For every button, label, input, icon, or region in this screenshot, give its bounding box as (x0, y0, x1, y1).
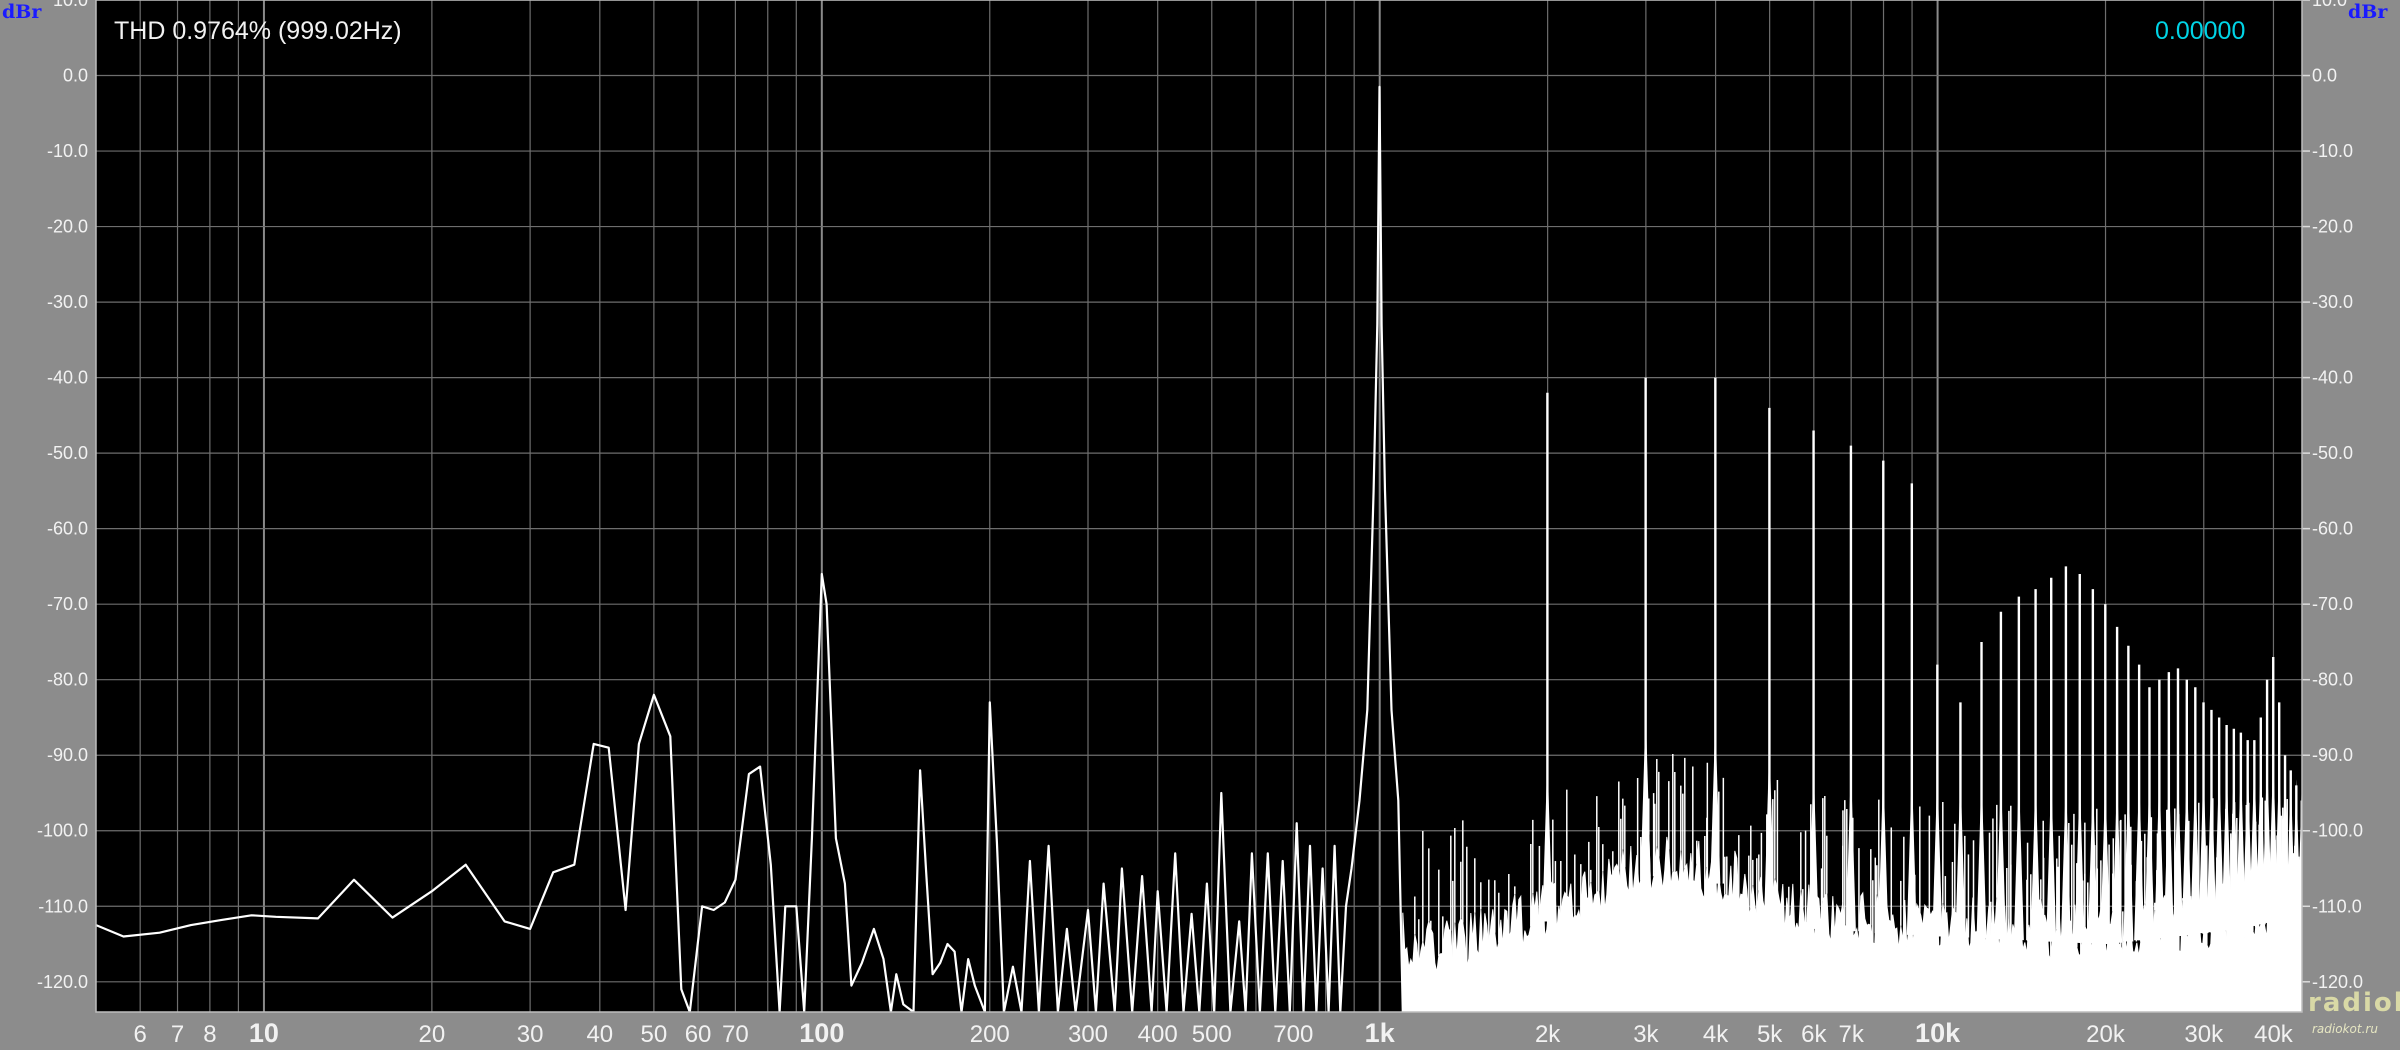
y-tick-label-left: -100.0 (37, 821, 88, 841)
x-tick-label: 500 (1192, 1021, 1232, 1048)
watermark-sub-text: radiokot.ru (2312, 1022, 2378, 1036)
y-tick-label-left: -90.0 (47, 745, 88, 765)
y-tick-label-right: 0.0 (2312, 66, 2337, 86)
x-tick-labels: 6 7 8 10 20 30 40 50 60 70 100 200 300 400 500 700 1k 2k 3… (133, 1018, 2293, 1048)
x-tick-label: 3k (1633, 1021, 1659, 1048)
x-tick-label: 10k (1915, 1018, 1961, 1048)
x-tick-label: 70 (722, 1021, 749, 1048)
y-tick-label-right: -70.0 (2312, 594, 2353, 614)
x-tick-label: 2k (1535, 1021, 1561, 1048)
x-tick-label: 6k (1801, 1021, 1827, 1048)
analyzer-window: 10.0 10.0 0.0 0.0 -10.0 -10.0 -20.0 -20.0 -30.0 -… (0, 0, 2400, 1050)
x-tick-label: 5k (1757, 1021, 1783, 1048)
x-tick-label: 10 (249, 1018, 279, 1048)
x-tick-label: 100 (799, 1018, 844, 1048)
y-tick-label-right: -100.0 (2312, 821, 2363, 841)
y-tick-label-left: -20.0 (47, 217, 88, 237)
y-tick-label-right: -50.0 (2312, 443, 2353, 463)
y-tick-label-left: -10.0 (47, 141, 88, 161)
x-tick-label: 400 (1138, 1021, 1178, 1048)
x-tick-label: 8 (203, 1021, 216, 1048)
y-tick-label-left: -30.0 (47, 292, 88, 312)
left-axis-unit-label: dBr (2, 1, 42, 23)
y-tick-label-left: 10.0 (53, 0, 88, 10)
y-tick-label-right: -10.0 (2312, 141, 2353, 161)
y-tick-label-right: -30.0 (2312, 292, 2353, 312)
x-tick-label: 30 (517, 1021, 544, 1048)
y-tick-label-right: 10.0 (2312, 0, 2347, 10)
x-tick-label: 4k (1703, 1021, 1729, 1048)
y-tick-label-right: -40.0 (2312, 368, 2353, 388)
x-tick-label: 20k (2086, 1021, 2126, 1048)
y-tick-label-left: -60.0 (47, 519, 88, 539)
y-tick-label-left: -70.0 (47, 594, 88, 614)
watermark-main-text: radiokot (2308, 988, 2400, 1018)
x-tick-label: 40 (586, 1021, 613, 1048)
x-tick-label: 300 (1068, 1021, 1108, 1048)
x-tick-label: 60 (685, 1021, 712, 1048)
thd-readout: THD 0.9764% (999.02Hz) (114, 17, 402, 45)
x-tick-label: 20 (419, 1021, 446, 1048)
y-tick-label-right: -60.0 (2312, 519, 2353, 539)
x-tick-label: 200 (970, 1021, 1010, 1048)
x-tick-label: 6 (133, 1021, 146, 1048)
plot-area (96, 0, 2302, 1012)
x-tick-label: 7 (171, 1021, 184, 1048)
cursor-value-readout: 0.00000 (2155, 17, 2246, 45)
watermark-logo: radiokot radiokot.ru (2304, 986, 2400, 1046)
y-tick-label-left: -40.0 (47, 368, 88, 388)
right-axis-unit-label: dBr (2348, 1, 2388, 23)
x-tick-label: 30k (2184, 1021, 2224, 1048)
x-tick-label: 700 (1273, 1021, 1313, 1048)
y-tick-label-left: -110.0 (38, 896, 88, 916)
x-tick-label: 40k (2254, 1021, 2294, 1048)
y-tick-label-right: -110.0 (2312, 896, 2362, 916)
y-tick-label-right: -20.0 (2312, 217, 2353, 237)
y-tick-label-right: -90.0 (2312, 745, 2353, 765)
y-tick-label-left: -120.0 (37, 972, 88, 992)
x-tick-label: 7k (1838, 1021, 1864, 1048)
y-tick-label-left: -50.0 (47, 443, 88, 463)
y-tick-label-left: 0.0 (63, 66, 88, 86)
spectrum-plot: 10.0 10.0 0.0 0.0 -10.0 -10.0 -20.0 -20.0 -30.0 -… (37, 0, 2363, 1048)
x-tick-label: 50 (641, 1021, 668, 1048)
x-tick-label: 1k (1365, 1018, 1396, 1048)
y-tick-label-left: -80.0 (47, 670, 88, 690)
y-tick-label-right: -80.0 (2312, 670, 2353, 690)
